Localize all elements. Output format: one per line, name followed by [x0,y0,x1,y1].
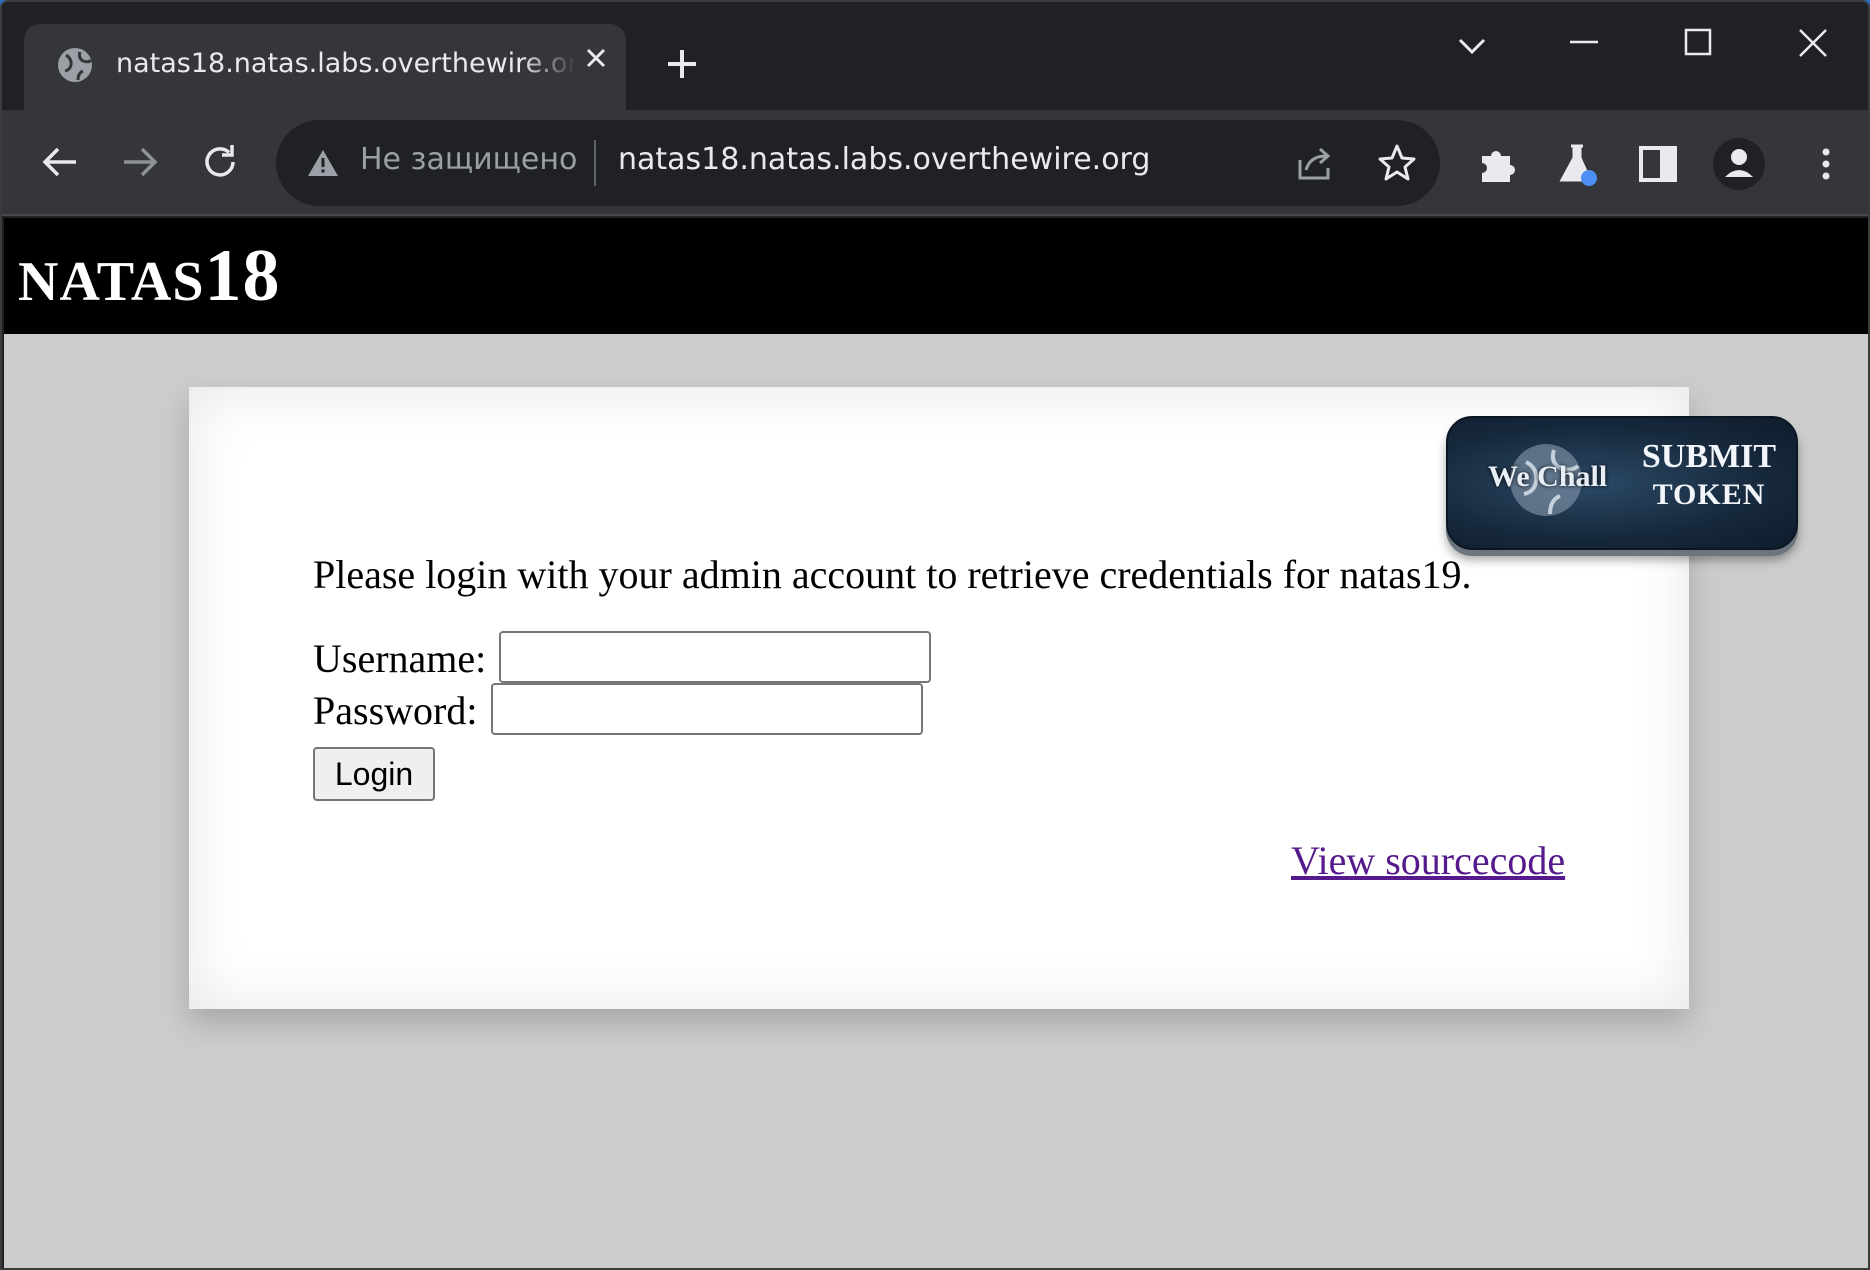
chevron-down-icon[interactable] [1450,24,1494,68]
kebab-menu-icon[interactable] [1802,140,1850,188]
side-panel-icon[interactable] [1634,140,1682,188]
password-input[interactable] [491,683,923,735]
tab-title: natas18.natas.labs.overthewire.org [116,48,576,79]
security-label[interactable]: Не защищено [360,142,577,177]
username-input[interactable] [499,631,931,683]
page-title: NATAS18 [18,234,281,319]
password-label: Password: [313,688,478,733]
wechall-submit-token-button[interactable]: We Chall SUBMIT TOKEN [1446,416,1798,550]
browser-tab[interactable]: natas18.natas.labs.overthewire.org [24,24,626,110]
maximize-icon[interactable] [1676,24,1720,68]
puzzle-icon[interactable] [1474,140,1522,188]
omnibox-divider [594,140,596,186]
address-bar[interactable]: Не защищено natas18.natas.labs.overthewi… [276,120,1440,206]
title-number: 18 [204,235,281,317]
title-prefix: NATAS [18,251,205,313]
arrow-left-icon[interactable] [38,140,82,184]
submit-line-1: SUBMIT [1641,438,1777,475]
browser-toolbar: Не защищено natas18.natas.labs.overthewi… [2,110,1868,216]
page-viewport: NATAS18 Please login with your admin acc… [4,218,1868,1268]
globe-icon [58,48,93,82]
close-icon[interactable] [584,46,608,70]
plus-icon[interactable] [662,44,702,84]
minimize-icon[interactable] [1562,24,1606,68]
submit-token-label: SUBMIT TOKEN [1634,438,1784,514]
warning-icon[interactable] [306,148,340,178]
arrow-right-icon[interactable] [118,140,162,184]
submit-line-2: TOKEN [1652,478,1766,511]
share-icon[interactable] [1294,142,1336,184]
star-icon[interactable] [1376,142,1418,184]
close-window-icon[interactable] [1792,24,1836,68]
url-text[interactable]: natas18.natas.labs.overthewire.org [618,142,1150,177]
browser-window: natas18.natas.labs.overthewire.org Не за… [0,0,1870,1270]
login-button[interactable]: Login [313,747,435,801]
avatar-icon[interactable] [1712,137,1766,191]
wechall-brand: We Chall [1488,460,1608,493]
username-label: Username: [313,636,487,681]
tab-strip: natas18.natas.labs.overthewire.org [2,2,1868,110]
page-header: NATAS18 [4,218,1868,334]
reload-icon[interactable] [198,140,242,184]
view-sourcecode-link[interactable]: View sourcecode [1291,837,1565,884]
intro-text: Please login with your admin account to … [313,552,1472,597]
flask-icon[interactable] [1554,140,1602,188]
